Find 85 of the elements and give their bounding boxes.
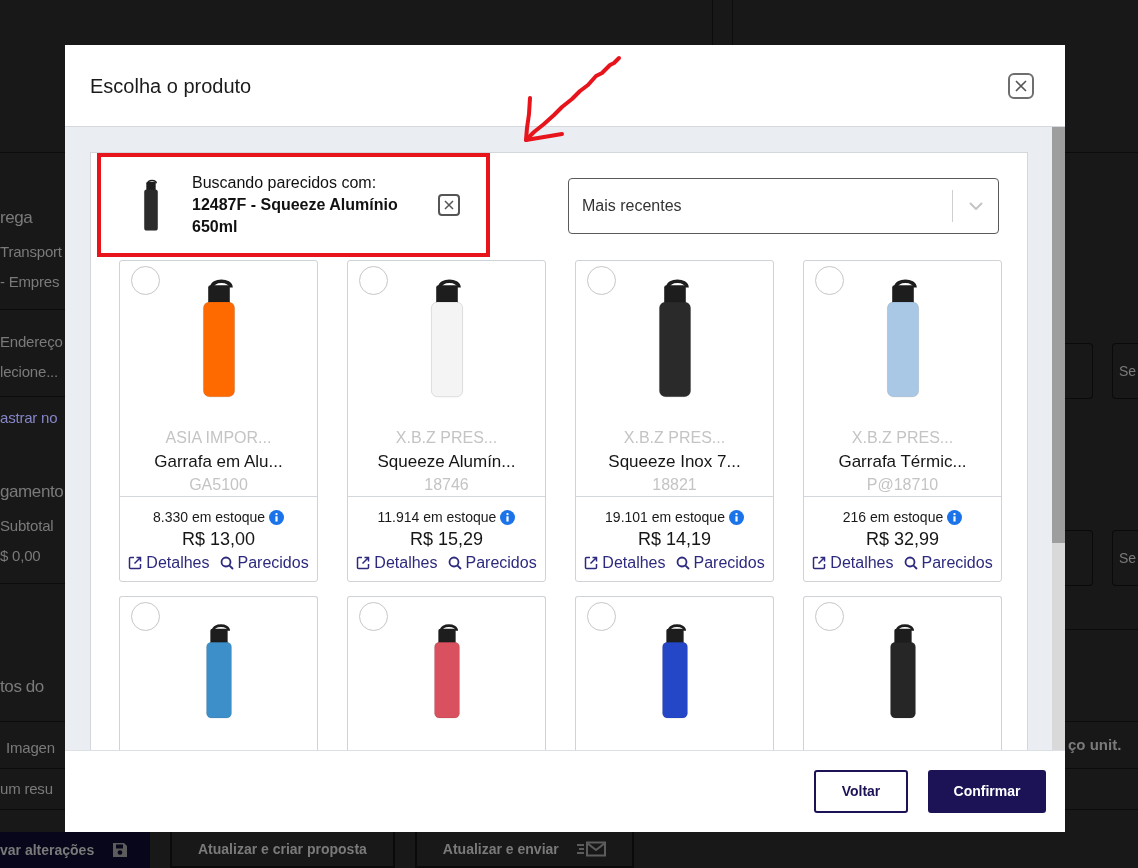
mail-send-icon — [576, 841, 606, 857]
modal-title: Escolha o produto — [90, 73, 252, 98]
radio-button[interactable] — [359, 602, 388, 631]
details-link[interactable]: Detalhes — [812, 551, 894, 575]
form-text: - Empres — [0, 272, 60, 292]
product-code: 18821 — [651, 475, 698, 495]
product-price: R$ 14,19 — [636, 528, 713, 551]
product-name: Squeeze Alumín... — [376, 451, 517, 473]
radio-button[interactable] — [131, 266, 160, 295]
info-icon — [500, 509, 516, 525]
product-card[interactable]: X.B.Z PRES... Squeeze Inox 7... 18821 19.101 em estoque R$ 14,19 Detalhes Parecidos — [575, 260, 774, 582]
info-icon — [947, 509, 963, 525]
supplier-name: X.B.Z PRES... — [850, 428, 955, 448]
radio-button[interactable] — [359, 266, 388, 295]
scrollbar-thumb[interactable] — [1052, 127, 1065, 543]
radio-button[interactable] — [131, 602, 160, 631]
form-text: Endereço — [0, 332, 63, 352]
similar-link[interactable]: Parecidos — [675, 551, 765, 575]
external-link-icon — [584, 556, 599, 570]
stock-count: 11.914 em estoque — [377, 508, 497, 527]
external-link-icon — [812, 556, 827, 570]
form-text: Transport — [0, 242, 62, 262]
supplier-name: X.B.Z PRES... — [394, 428, 499, 448]
section-heading: tos do — [0, 676, 44, 698]
similar-link[interactable]: Parecidos — [447, 551, 537, 575]
external-link-icon — [356, 556, 371, 570]
product-price: R$ 15,29 — [408, 528, 485, 551]
close-icon — [1015, 79, 1027, 92]
product-name: Squeeze Inox 7... — [607, 451, 742, 473]
product-price: R$ 32,99 — [864, 528, 941, 551]
similar-link[interactable]: Parecidos — [903, 551, 993, 575]
product-code: P@18710 — [865, 475, 940, 495]
product-card[interactable] — [575, 596, 774, 750]
form-text: um resu — [0, 779, 53, 799]
product-price: R$ 13,00 — [180, 528, 257, 551]
details-link[interactable]: Detalhes — [356, 551, 438, 575]
form-text: Subtotal — [0, 516, 54, 536]
radio-button[interactable] — [587, 602, 616, 631]
section-heading: gamento — [0, 481, 64, 503]
form-text: lecione... — [0, 362, 59, 382]
radio-button[interactable] — [815, 602, 844, 631]
stock-count: 8.330 em estoque — [152, 508, 266, 527]
search-icon — [447, 556, 462, 570]
supplier-name: ASIA IMPOR... — [164, 428, 273, 448]
similar-link[interactable]: Parecidos — [219, 551, 309, 575]
select-field[interactable]: Se — [1112, 530, 1138, 586]
chevron-down-icon — [968, 202, 983, 210]
select-field[interactable]: Se — [1112, 343, 1138, 399]
details-link[interactable]: Detalhes — [584, 551, 666, 575]
product-name: Garrafa Térmic... — [837, 451, 968, 473]
section-heading: rega — [0, 207, 33, 229]
product-code: 18746 — [423, 475, 470, 495]
reference-product-name: 12487F - Squeeze Alumínio 650ml — [192, 195, 399, 237]
form-text: $ 0,00 — [0, 546, 41, 566]
stock-count: 216 em estoque — [842, 508, 944, 527]
radio-button[interactable] — [815, 266, 844, 295]
product-code: GA5100 — [188, 475, 249, 495]
details-link[interactable]: Detalhes — [128, 551, 210, 575]
info-icon — [269, 509, 285, 525]
action-button[interactable]: var alterações — [0, 832, 150, 868]
product-card[interactable]: X.B.Z PRES... Squeeze Alumín... 18746 11.914 em estoque R$ 15,29 Detalhes Parecidos — [347, 260, 546, 582]
search-label: Buscando parecidos com: — [192, 173, 378, 193]
confirm-button[interactable]: Confirmar — [928, 770, 1046, 813]
info-icon — [728, 509, 744, 525]
product-card[interactable]: ASIA IMPOR... Garrafa em Alu... GA5100 8.330 em estoque R$ 13,00 Detalhes Parecidos — [119, 260, 318, 582]
external-link-icon — [128, 556, 143, 570]
stock-count: 19.101 em estoque — [605, 508, 725, 527]
sort-select[interactable]: Mais recentes — [568, 178, 999, 234]
search-icon — [675, 556, 690, 570]
save-icon — [112, 842, 129, 858]
product-name: Garrafa em Alu... — [153, 451, 284, 473]
clear-button[interactable] — [438, 194, 460, 216]
close-icon — [444, 200, 454, 210]
radio-button[interactable] — [587, 266, 616, 295]
scrollbar[interactable] — [1052, 127, 1065, 750]
search-icon — [903, 556, 918, 570]
close-button[interactable] — [1008, 72, 1034, 99]
product-card[interactable]: X.B.Z PRES... Garrafa Térmic... P@18710 216 em estoque R$ 32,99 Detalhes Parecidos — [803, 260, 1002, 582]
form-text: Imagen — [6, 738, 55, 758]
column-header: ço unit. — [1068, 736, 1122, 753]
search-icon — [219, 556, 234, 570]
product-card[interactable] — [803, 596, 1002, 750]
back-button[interactable]: Voltar — [814, 770, 908, 813]
register-link[interactable]: astrar no — [0, 403, 58, 433]
supplier-name: X.B.Z PRES... — [622, 428, 727, 448]
